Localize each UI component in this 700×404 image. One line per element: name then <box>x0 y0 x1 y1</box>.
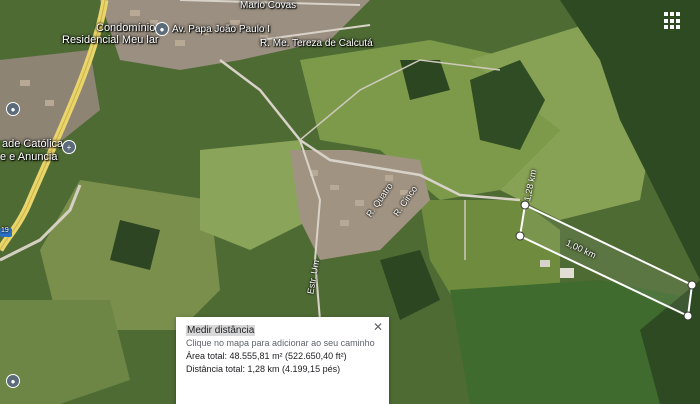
label-church-line1: ade Católica <box>2 138 64 150</box>
label-street-papa: Av. Papa João Paulo I <box>172 24 271 35</box>
label-street-madre: R. Me. Tereza de Calcutá <box>260 38 373 49</box>
label-neighborhood: Mario Covas <box>240 0 297 11</box>
panel-hint: Clique no mapa para adicionar ao seu cam… <box>186 338 375 348</box>
apps-grid-icon[interactable] <box>664 12 682 30</box>
panel-title: Medir distância <box>186 325 256 336</box>
route-shield-number: 19 <box>1 227 9 234</box>
church-icon[interactable]: + <box>62 140 76 154</box>
label-condominium-line1: Condomínio <box>96 22 156 34</box>
place-pin-icon[interactable]: ● <box>6 374 20 388</box>
total-area: Área total: 48.555,81 m² (522.650,40 ft²… <box>186 351 347 361</box>
measure-vertex[interactable] <box>687 280 697 290</box>
measure-vertex[interactable] <box>515 231 525 241</box>
label-church-line2: e e Anuncia <box>0 151 58 163</box>
label-condominium-line2: Residencial Meu lar <box>62 34 159 46</box>
measure-vertex[interactable] <box>683 311 693 321</box>
close-icon[interactable]: ✕ <box>373 320 383 334</box>
total-distance: Distância total: 1,28 km (4.199,15 pés) <box>186 364 341 374</box>
measure-distance-panel: Medir distância ✕ Clique no mapa para ad… <box>176 317 389 404</box>
place-pin-icon[interactable]: ● <box>6 102 20 116</box>
measure-vertex[interactable] <box>520 200 530 210</box>
place-pin-icon[interactable]: ● <box>155 22 169 36</box>
